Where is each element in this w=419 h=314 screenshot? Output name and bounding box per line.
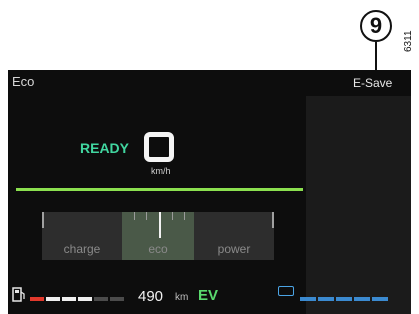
- ev-mode-indicator: EV: [198, 287, 219, 304]
- range-unit: km: [175, 292, 189, 303]
- fuel-segment: [62, 297, 76, 301]
- speed-digit: [144, 132, 174, 162]
- gauge-tick: [172, 212, 173, 220]
- gauge-segment-power: power: [194, 212, 274, 260]
- fuel-segment: [46, 297, 60, 301]
- accent-line: [16, 188, 303, 191]
- range-value: 490: [138, 288, 164, 305]
- battery-icon: [278, 286, 294, 296]
- battery-segment: [336, 297, 352, 301]
- ready-indicator: READY: [80, 140, 130, 156]
- fuel-segment: [78, 297, 92, 301]
- gauge-tick: [146, 212, 147, 220]
- callout-number: 9: [360, 10, 392, 42]
- gauge-segment-charge: charge: [42, 212, 122, 260]
- callout-leader-line: [375, 42, 377, 70]
- gauge-tick-right: [272, 212, 274, 228]
- battery-segment: [300, 297, 316, 301]
- esave-label[interactable]: E-Save: [353, 76, 392, 90]
- fuel-segment: [94, 297, 108, 301]
- gauge-label-charge: charge: [63, 242, 101, 256]
- doc-code-text: 6311: [403, 30, 414, 52]
- gauge-label-eco: eco: [148, 242, 168, 256]
- gauge-tick-left: [42, 212, 44, 228]
- instrument-screen: Eco E-Save READY km/h charge eco power 4…: [8, 70, 411, 314]
- drive-mode-label: Eco: [12, 74, 35, 89]
- fuel-segment: [110, 297, 124, 301]
- battery-segment: [372, 297, 388, 301]
- fuel-segment: [30, 297, 44, 301]
- gauge-needle: [159, 212, 161, 238]
- gauge-tick: [134, 212, 135, 220]
- speed-unit: km/h: [151, 166, 171, 176]
- fuel-pump-icon: [12, 287, 25, 302]
- battery-segment: [318, 297, 334, 301]
- right-panel: [306, 96, 411, 314]
- battery-segment: [354, 297, 370, 301]
- power-gauge: charge eco power: [42, 212, 274, 262]
- gauge-label-power: power: [217, 242, 251, 256]
- doc-code: 6311: [401, 8, 415, 52]
- gauge-tick: [184, 212, 185, 220]
